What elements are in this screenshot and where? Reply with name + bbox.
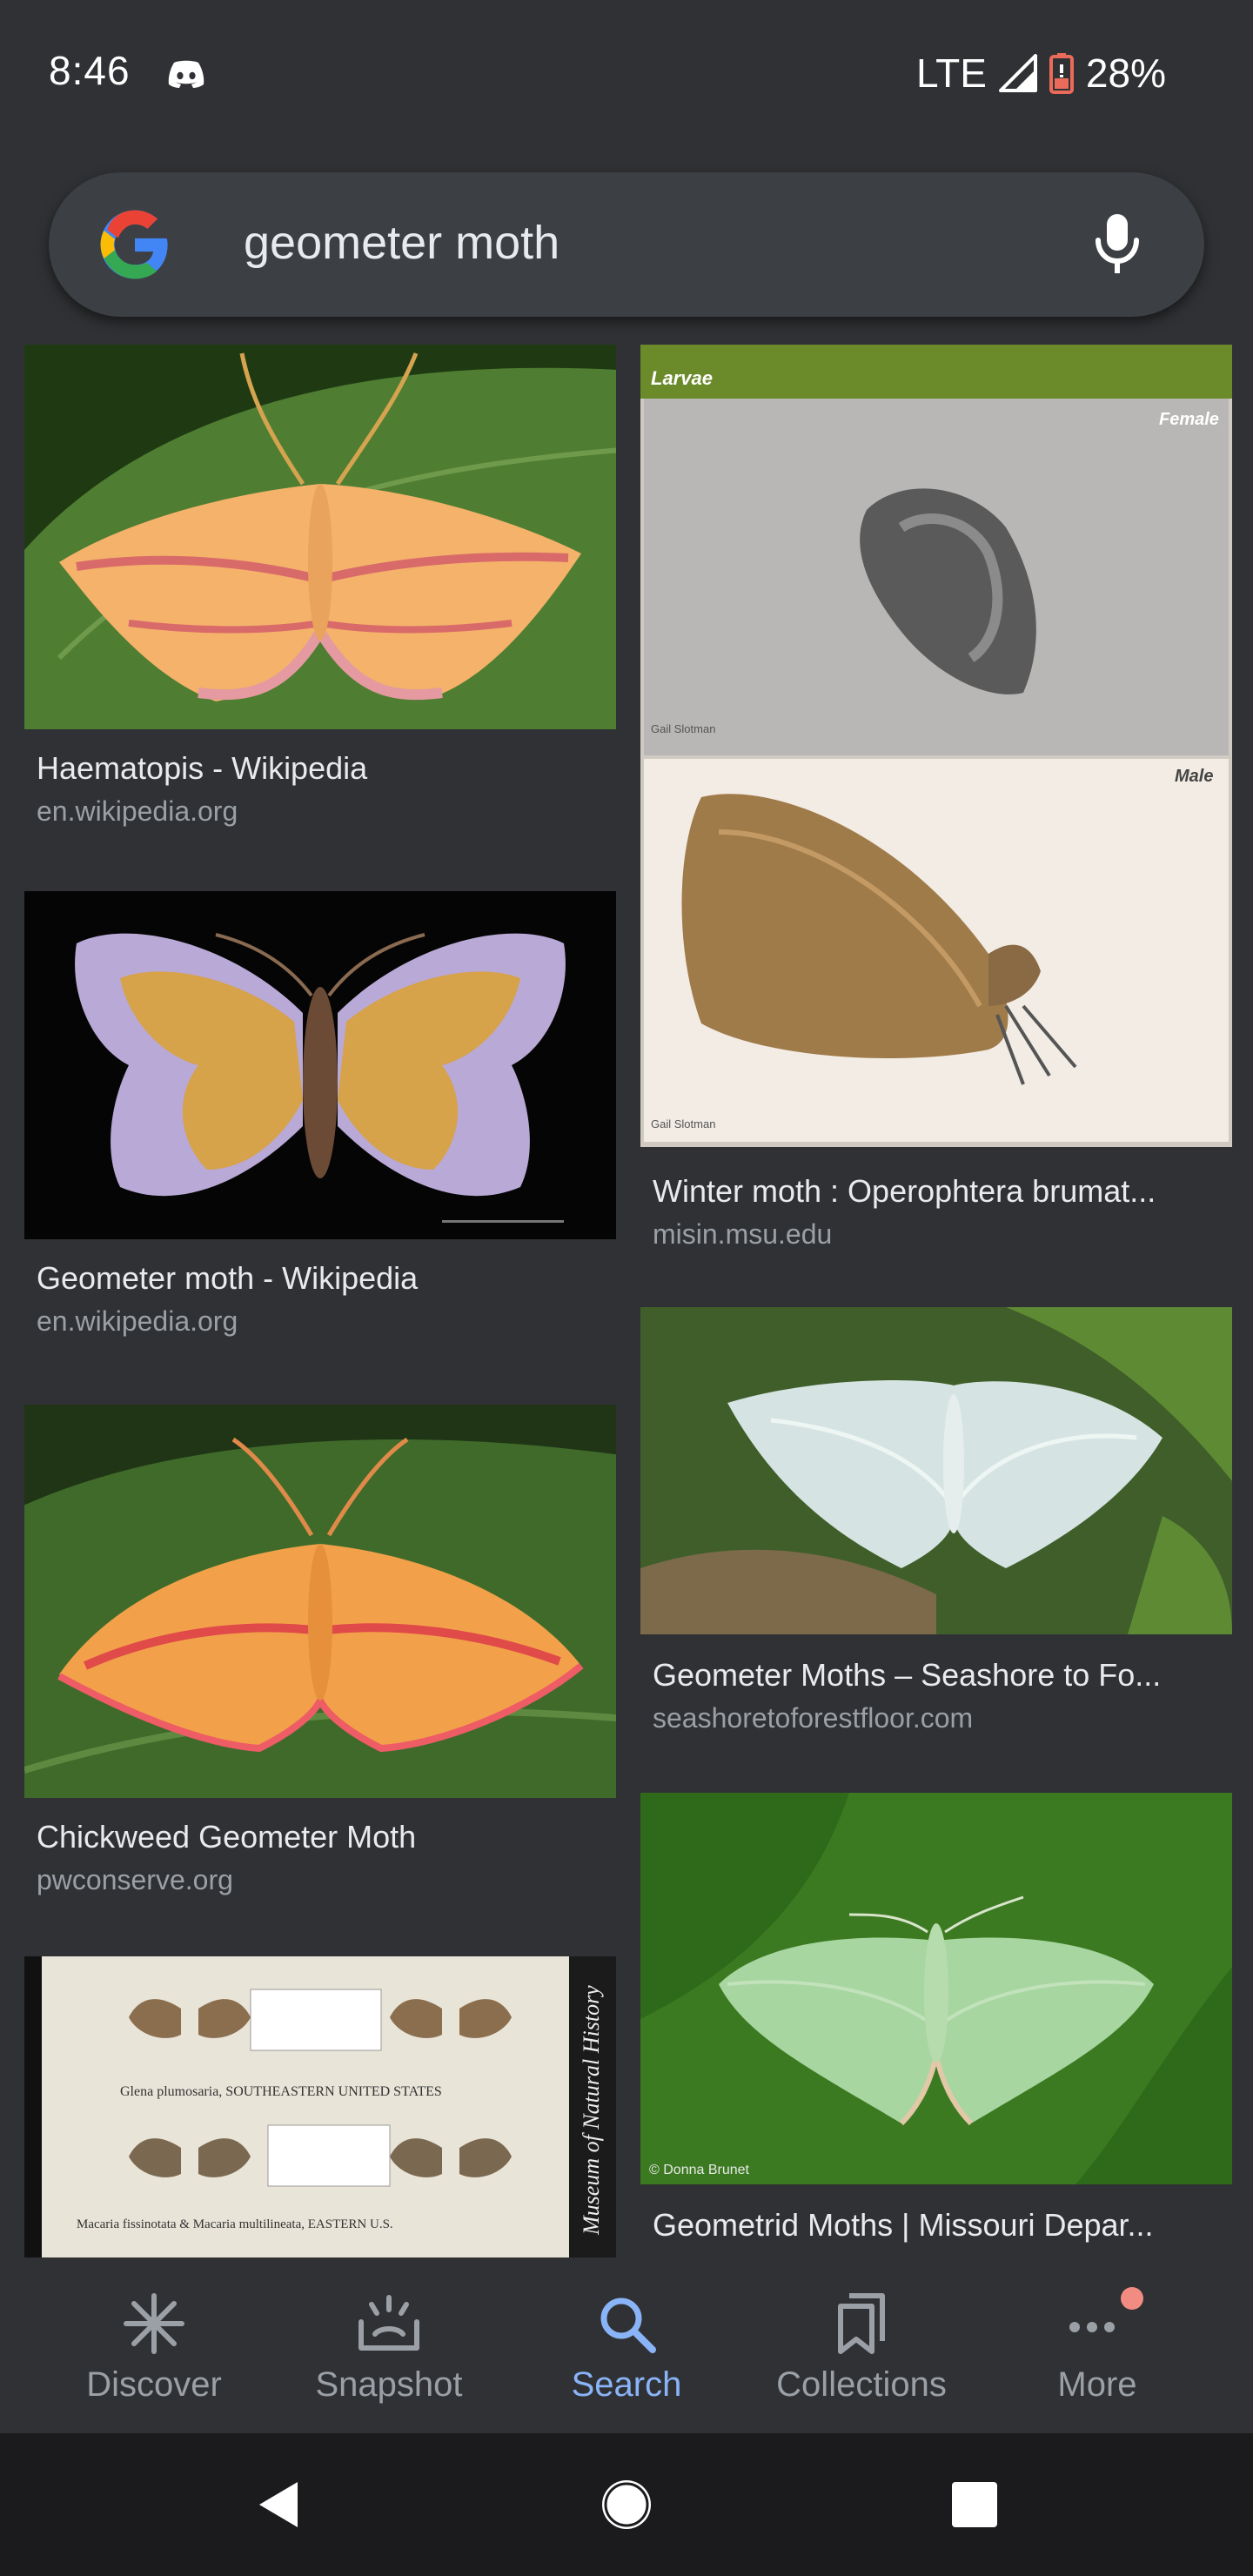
battery-percent: 28% bbox=[1085, 50, 1166, 96]
result-title[interactable]: Geometer Moths – Seashore to Fo... bbox=[653, 1657, 1223, 1694]
nav-more[interactable]: More bbox=[980, 2257, 1215, 2433]
result-source: misin.msu.edu bbox=[653, 1218, 833, 1250]
image-credit-missouri: © Donna Brunet bbox=[649, 2163, 750, 2177]
result-image-winter-moth[interactable]: Larvae Female Gail Slotman Male Gail Slo… bbox=[640, 345, 1232, 1147]
result-card-haematopis[interactable]: Haematopis - Wikipedia en.wikipedia.org bbox=[24, 345, 616, 832]
nav-search[interactable]: Search bbox=[509, 2257, 744, 2433]
search-icon bbox=[592, 2289, 661, 2358]
image-label-male: Male bbox=[1175, 767, 1213, 786]
system-navigation-bar bbox=[0, 2433, 1253, 2576]
notification-dot bbox=[1121, 2287, 1143, 2310]
network-label: LTE bbox=[915, 50, 987, 96]
result-title[interactable]: Geometrid Moths | Missouri Depar... bbox=[653, 2207, 1223, 2244]
museum-caption-2: Macaria fissinotata & Macaria multilinea… bbox=[77, 2217, 393, 2231]
status-bar: 8:46 LTE 28% bbox=[0, 0, 1253, 148]
search-query-input[interactable]: geometer moth bbox=[244, 216, 559, 270]
discord-icon bbox=[167, 59, 205, 89]
result-card-chickweed[interactable]: Chickweed Geometer Moth pwconserve.org bbox=[24, 1405, 616, 1935]
battery-icon bbox=[1049, 52, 1074, 94]
result-source: pwconserve.org bbox=[37, 1864, 233, 1895]
home-icon[interactable] bbox=[593, 2472, 660, 2538]
nav-collections[interactable]: Collections bbox=[744, 2257, 979, 2433]
image-label-larvae: Larvae bbox=[651, 367, 713, 389]
result-card-museum-specimens[interactable]: Museum of Natural History Glena plumosar… bbox=[24, 1956, 616, 2257]
result-image-missouri[interactable]: © Donna Brunet bbox=[640, 1793, 1232, 2184]
nav-discover[interactable]: Discover bbox=[37, 2257, 271, 2433]
nav-label: Collections bbox=[776, 2365, 947, 2404]
result-source: en.wikipedia.org bbox=[37, 1305, 238, 1337]
result-card-missouri[interactable]: © Donna Brunet Geometrid Moths | Missour… bbox=[640, 1793, 1232, 2257]
result-image-geometer-moth[interactable] bbox=[24, 891, 616, 1239]
collections-icon bbox=[827, 2289, 896, 2358]
image-credit-winter-1: Gail Slotman bbox=[651, 722, 715, 735]
result-source: en.wikipedia.org bbox=[37, 795, 238, 827]
result-title[interactable]: Geometer moth - Wikipedia bbox=[37, 1260, 607, 1297]
result-image-haematopis[interactable] bbox=[24, 345, 616, 729]
status-right: LTE 28% bbox=[916, 47, 1166, 99]
result-image-seashore[interactable] bbox=[640, 1307, 1232, 1634]
result-card-geometer-moth[interactable]: Geometer moth - Wikipedia en.wikipedia.o… bbox=[24, 891, 616, 1379]
image-results-grid[interactable]: Haematopis - Wikipedia en.wikipedia.org … bbox=[0, 341, 1253, 2257]
result-card-winter-moth[interactable]: Larvae Female Gail Slotman Male Gail Slo… bbox=[640, 345, 1232, 1258]
result-title[interactable]: Haematopis - Wikipedia bbox=[37, 750, 607, 787]
result-image-museum-specimens[interactable]: Museum of Natural History Glena plumosar… bbox=[24, 1956, 616, 2257]
result-title[interactable]: Winter moth : Operophtera brumat... bbox=[653, 1173, 1223, 1210]
back-icon[interactable] bbox=[245, 2472, 312, 2538]
image-label-female: Female bbox=[1159, 410, 1219, 429]
recents-icon[interactable] bbox=[941, 2472, 1008, 2538]
search-area: geometer moth bbox=[0, 148, 1253, 341]
signal-icon bbox=[998, 54, 1037, 92]
status-time: 8:46 bbox=[49, 48, 131, 93]
nav-label: Snapshot bbox=[315, 2365, 463, 2404]
search-bar[interactable]: geometer moth bbox=[49, 172, 1204, 317]
result-image-chickweed[interactable] bbox=[24, 1405, 616, 1798]
nav-label: Discover bbox=[86, 2365, 222, 2404]
snapshot-icon bbox=[354, 2289, 424, 2358]
result-card-seashore[interactable]: Geometer Moths – Seashore to Fo... seash… bbox=[640, 1307, 1232, 1768]
result-title[interactable]: Chickweed Geometer Moth bbox=[37, 1819, 607, 1855]
asterisk-icon bbox=[119, 2289, 189, 2358]
museum-caption-1: Glena plumosaria, SOUTHEASTERN UNITED ST… bbox=[120, 2084, 442, 2099]
image-credit-winter-2: Gail Slotman bbox=[651, 1117, 715, 1130]
google-logo-icon[interactable] bbox=[97, 207, 172, 282]
result-source: seashoretoforestfloor.com bbox=[653, 1702, 974, 1734]
mic-icon[interactable] bbox=[1091, 209, 1143, 278]
nav-label: Search bbox=[571, 2365, 682, 2404]
nav-label: More bbox=[1057, 2365, 1137, 2404]
bottom-navigation: Discover Snapshot Search Collections Mor… bbox=[0, 2257, 1253, 2433]
museum-sidebar-text: Museum of Natural History bbox=[579, 1985, 604, 2236]
nav-snapshot[interactable]: Snapshot bbox=[271, 2257, 506, 2433]
